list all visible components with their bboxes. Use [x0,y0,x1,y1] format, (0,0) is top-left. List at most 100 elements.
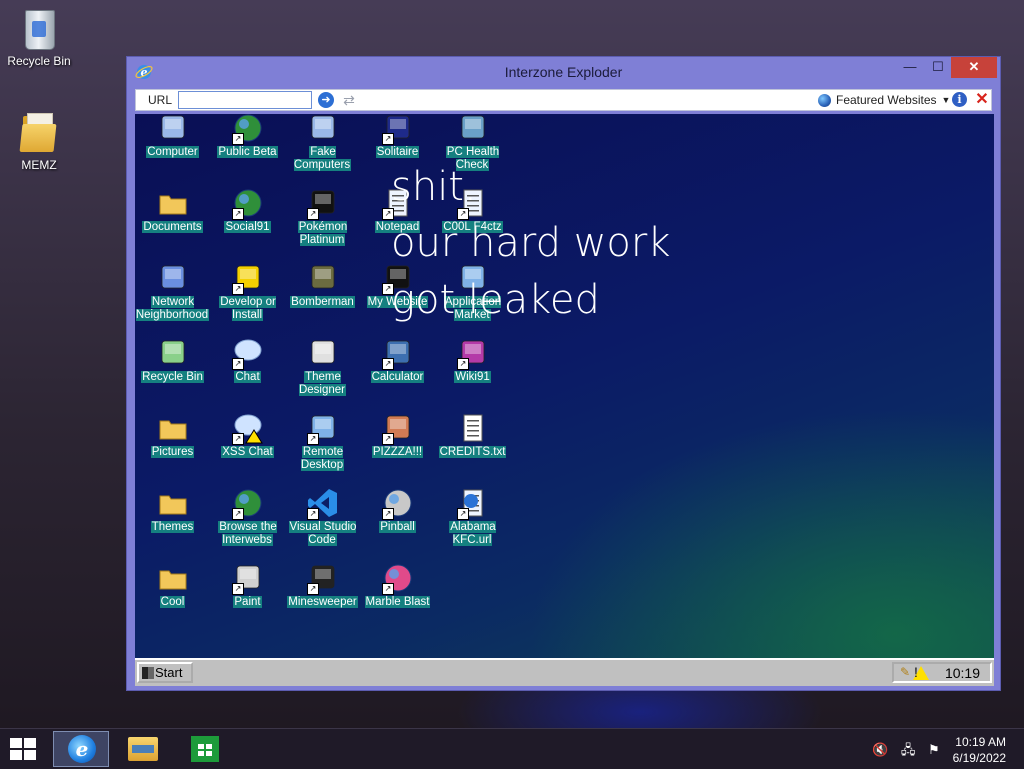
shortcut-arrow-icon: ↗ [232,433,244,445]
sim-desktop-icon[interactable]: ↗ Alabama KFC.url [435,485,510,560]
folder-icon [19,110,59,154]
sim-desktop-icon-label: Chat [234,371,261,383]
recycle-bin-icon [19,6,59,50]
book-icon: ↗ [457,337,489,370]
store-icon [191,736,219,762]
cards-icon: ↗ [382,114,414,145]
desktop-icon-label: MEMZ [21,158,57,172]
shortcut-arrow-icon: ↗ [232,583,244,595]
shortcut-arrow-icon: ↗ [232,283,244,295]
sim-desktop-icon-label: Wiki91 [454,371,491,383]
magnifier-icon [457,114,489,144]
sim-desktop-icon[interactable]: Documents [135,185,210,260]
sim-desktop-icon[interactable]: Network Neighborhood [135,260,210,335]
sim-start-button[interactable]: Start [137,662,193,683]
sim-desktop-icon[interactable]: ↗ Wiki91 [435,335,510,410]
sim-desktop-icon[interactable]: Cool [135,560,210,635]
chat-icon: ↗ [232,337,264,370]
desktop-icon-recycle-bin[interactable]: Recycle Bin [4,6,74,68]
shortcut-arrow-icon: ↗ [307,208,319,220]
sim-desktop-icon-label: Network Neighborhood [135,296,210,321]
sim-desktop-icon[interactable]: ↗ PIZZZA!!! [360,410,435,485]
sim-desktop-icon[interactable]: ↗ Paint [210,560,285,635]
volume-muted-icon[interactable]: 🔇 [872,742,888,757]
sim-desktop-icon-label: Pokémon Platinum [297,221,348,246]
sim-desktop-icon[interactable]: ↗ Visual Studio Code [285,485,360,560]
url-input[interactable] [178,91,312,109]
sim-desktop-icon-label: Paint [233,596,262,608]
info-icon[interactable]: i [952,92,967,107]
taskbar-clock[interactable]: 10:19 AM 6/19/2022 [953,734,1006,766]
pokemon-icon: ↗ [307,187,339,220]
sim-desktop-icon[interactable]: ↗ Social91 [210,185,285,260]
vscode-icon: ↗ [307,487,339,520]
sim-desktop-icon[interactable]: ↗ Chat [210,335,285,410]
taskbar-store[interactable] [177,731,233,767]
sim-desktop-icon[interactable]: ↗ Pokémon Platinum [285,185,360,260]
sim-desktop-icon-label: Computer [146,146,199,158]
maximize-button[interactable]: ☐ [923,57,953,78]
start-label: Start [155,665,183,680]
desktop-icon-memz[interactable]: MEMZ [4,110,74,172]
sim-desktop-icon[interactable]: ↗ Remote Desktop [285,410,360,485]
system-tray: 🔇 🖧 ⚑ [872,741,949,763]
sim-desktop-icon[interactable]: CREDITS.txt [435,410,510,485]
sim-desktop-icon[interactable]: Themes [135,485,210,560]
sim-desktop-icon[interactable]: Theme Designer [285,335,360,410]
sim-desktop-icon-label: Remote Desktop [300,446,345,471]
sim-desktop-icon-label: Documents [142,221,203,233]
sim-desktop-icon-label: Solitaire [375,146,420,158]
sim-desktop-icon[interactable]: Computer [135,114,210,185]
chat-warning-icon: ↗ [232,412,264,445]
folder-icon [157,562,189,594]
pencil-icon[interactable]: ✎ [900,665,910,679]
sim-desktop-icon-label: Recycle Bin [141,371,204,383]
go-arrow-icon[interactable]: ➜ [318,92,334,108]
bomb-icon [307,262,339,294]
sim-desktop-icon[interactable]: ↗ Minesweeper [285,560,360,635]
sim-desktop-icon[interactable]: ↗ Develop or Install [210,260,285,335]
help-icon: ↗ [232,262,264,295]
globe-icon: ↗ [232,114,264,145]
sim-desktop-icon[interactable]: ↗ Browse the Interwebs [210,485,285,560]
sim-desktop-icon[interactable]: Pictures [135,410,210,485]
globe-icon: ↗ [232,187,264,220]
sim-desktop-icon-label: Browse the Interwebs [218,521,277,546]
sim-desktop-icon[interactable]: ↗ Calculator [360,335,435,410]
sim-desktop-icon[interactable]: ↗ Marble Blast [360,560,435,635]
windows-start-button[interactable] [10,738,38,762]
sim-desktop-icon[interactable]: Bomberman [285,260,360,335]
web-page-viewport: Computer ↗ Public Beta Fake Computers ↗ Solit… [135,114,994,686]
shortcut-arrow-icon: ↗ [382,433,394,445]
sim-clock: 10:19 [944,665,980,681]
sim-desktop-icon[interactable]: Fake Computers [285,114,360,185]
sim-desktop-icon[interactable]: ↗ Pinball [360,485,435,560]
sim-desktop-icon-label: Social91 [224,221,271,233]
action-center-flag-icon[interactable]: ⚑ [928,742,940,757]
globe-icon: ↗ [232,487,264,520]
sim-desktop-icon[interactable]: Recycle Bin [135,335,210,410]
shortcut-arrow-icon: ↗ [382,133,394,145]
sim-desktop-icon-label: Visual Studio Code [288,521,357,546]
taskbar-internet-explorer[interactable]: e [53,731,109,767]
sim-taskbar: Start ✎ ! 10:19 [135,658,994,686]
stop-icon[interactable]: ✕ [974,90,990,110]
minimize-button[interactable]: — [895,57,925,78]
sim-desktop-icon[interactable]: ↗ XSS Chat [210,410,285,485]
ie-document-icon: ↗ [457,487,489,520]
network-icon[interactable]: 🖧 [901,742,916,757]
title-bar[interactable]: e Interzone Exploder — ☐ ✕ [127,57,1000,87]
windows-taskbar: e 🔇 🖧 ⚑ 10:19 AM 6/19/2022 [0,728,1024,769]
marble-icon: ↗ [382,562,414,595]
calculator-icon: ↗ [382,337,414,370]
refresh-icon[interactable]: ⇄ [341,91,357,109]
sim-desktop-icon-label: Pictures [150,446,195,458]
sim-desktop-icon[interactable]: ↗ Public Beta [210,114,285,185]
taskbar-file-explorer[interactable] [115,731,171,767]
featured-websites-dropdown[interactable]: Featured Websites ▼ [818,91,950,109]
overlay-text-line: shit. [391,164,477,210]
close-button[interactable]: ✕ [951,57,997,78]
shortcut-arrow-icon: ↗ [232,508,244,520]
pinball-icon: ↗ [382,487,414,520]
window-icon [307,337,339,369]
